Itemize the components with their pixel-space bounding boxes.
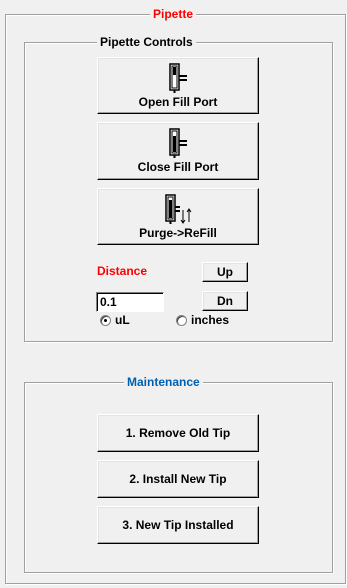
- fill-port-closed-icon: [169, 128, 187, 158]
- unit-inches-label: inches: [191, 313, 230, 327]
- purge-refill-button[interactable]: Purge->ReFill: [97, 188, 259, 245]
- remove-old-tip-label: 1. Remove Old Tip: [125, 426, 231, 440]
- new-tip-installed-label: 3. New Tip Installed: [122, 518, 234, 532]
- unit-radio-ul[interactable]: uL: [100, 313, 130, 327]
- radio-inches-indicator[interactable]: [176, 314, 187, 326]
- radio-ul-indicator[interactable]: [100, 314, 111, 326]
- remove-old-tip-button[interactable]: 1. Remove Old Tip: [97, 414, 259, 452]
- maintenance-title: Maintenance: [124, 375, 203, 389]
- close-fill-port-button[interactable]: Close Fill Port: [97, 122, 259, 180]
- purge-refill-icon: [165, 193, 192, 224]
- open-fill-port-button[interactable]: Open Fill Port: [97, 57, 259, 114]
- fill-port-open-icon: [169, 62, 187, 93]
- close-fill-port-label: Close Fill Port: [137, 160, 219, 174]
- distance-label: Distance: [97, 264, 148, 278]
- dn-button[interactable]: Dn: [202, 291, 248, 311]
- pipette-group-title: Pipette: [150, 7, 197, 21]
- pipette-panel: { "outer_group": { "title": "Pipette", "…: [0, 0, 347, 588]
- new-tip-installed-button[interactable]: 3. New Tip Installed: [97, 506, 259, 544]
- install-new-tip-button[interactable]: 2. Install New Tip: [97, 460, 259, 498]
- distance-input[interactable]: [96, 292, 164, 312]
- purge-refill-label: Purge->ReFill: [139, 225, 217, 240]
- unit-ul-label: uL: [115, 313, 130, 327]
- open-fill-port-label: Open Fill Port: [138, 94, 218, 109]
- install-new-tip-label: 2. Install New Tip: [129, 472, 227, 486]
- dn-label: Dn: [217, 294, 233, 308]
- pipette-controls-title: Pipette Controls: [97, 35, 196, 49]
- unit-radio-inches[interactable]: inches: [176, 313, 229, 327]
- up-label: Up: [217, 265, 233, 279]
- up-button[interactable]: Up: [202, 262, 248, 282]
